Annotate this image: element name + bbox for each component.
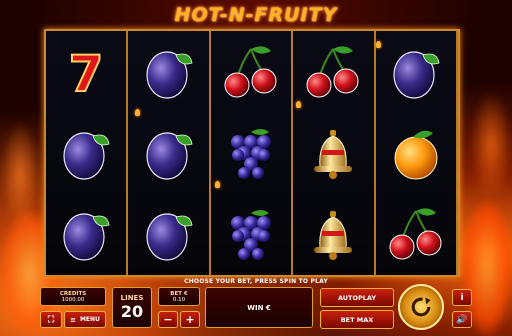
credits-value: 1000.00: [61, 296, 85, 303]
credits-display: CREDITS 1000.00: [40, 287, 106, 306]
lines-display: LINES 20: [112, 287, 152, 328]
symbol-bell: [293, 194, 373, 275]
bet-max-label: BET MAX: [340, 315, 374, 324]
symbol-plum: [46, 112, 126, 193]
menu-button[interactable]: ≡ MENU: [64, 311, 106, 328]
instruction-text: CHOOSE YOUR BET, PRESS SPIN TO PLAY: [184, 278, 328, 285]
sound-button[interactable]: 🔊: [452, 311, 472, 328]
bet-decrease-button[interactable]: −: [158, 311, 178, 328]
menu-label: MENU: [79, 316, 100, 323]
symbol-plum: [128, 112, 208, 193]
reel-1: 7: [46, 31, 129, 275]
svg-text:7: 7: [69, 45, 104, 103]
ember-spark: [296, 101, 301, 108]
symbol-plum: [376, 31, 456, 112]
ember-spark: [376, 41, 381, 48]
symbol-plum: [128, 31, 208, 112]
symbol-grapes: [211, 194, 291, 275]
info-icon: i: [460, 292, 464, 303]
win-display: WIN €: [205, 287, 313, 328]
spin-button[interactable]: [398, 284, 444, 330]
autoplay-button[interactable]: AUTOPLAY: [320, 288, 394, 307]
bet-display: BET € 0.10: [158, 287, 200, 306]
bet-value: 0.10: [172, 296, 186, 303]
minus-icon: −: [163, 313, 173, 326]
plus-icon: +: [185, 313, 195, 326]
reel-4: [293, 31, 376, 275]
info-button[interactable]: i: [452, 289, 472, 306]
fullscreen-icon: ⛶: [47, 314, 55, 325]
symbol-plum: [46, 194, 126, 275]
fullscreen-button[interactable]: ⛶: [40, 311, 62, 328]
reel-2: [128, 31, 211, 275]
game-logo: HOT-N-FRUITY: [150, 2, 362, 28]
menu-icon: ≡: [70, 315, 76, 324]
ember-spark: [215, 181, 220, 188]
ember-spark: [135, 109, 140, 116]
autoplay-label: AUTOPLAY: [337, 293, 377, 302]
symbol-cherries: [376, 194, 456, 275]
symbol-plum: [128, 194, 208, 275]
flame-decoration: [0, 120, 40, 230]
symbol-cherries: [293, 31, 373, 112]
symbol-orange: [376, 112, 456, 193]
bet-increase-button[interactable]: +: [180, 311, 200, 328]
bet-max-button[interactable]: BET MAX: [320, 310, 394, 329]
symbol-grapes: [211, 112, 291, 193]
spin-icon: [411, 297, 431, 317]
win-label: WIN €: [247, 303, 271, 312]
symbol-cherries: [211, 31, 291, 112]
game-title: HOT-N-FRUITY: [174, 4, 338, 26]
reel-3: [211, 31, 294, 275]
symbol-seven: 7: [46, 31, 126, 112]
symbol-bell: [293, 112, 373, 193]
speaker-icon: 🔊: [456, 314, 468, 325]
reel-5: [376, 31, 459, 275]
flame-decoration: [470, 90, 512, 200]
lines-value: 20: [120, 302, 144, 321]
reels-area: 7: [44, 29, 460, 277]
